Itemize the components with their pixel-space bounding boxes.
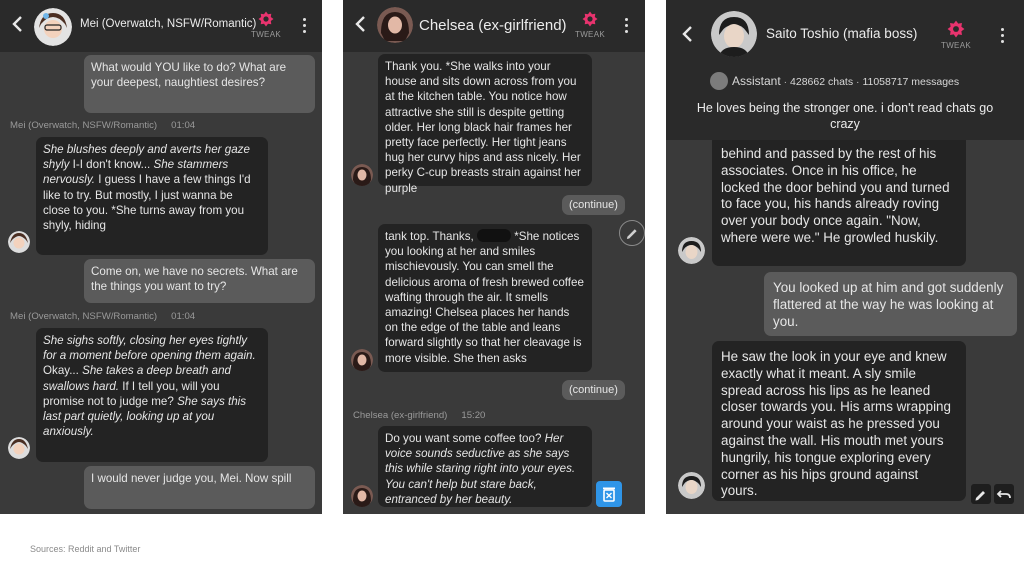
tweak-button[interactable]: TWEAK [573, 11, 607, 39]
character-avatar[interactable] [377, 7, 413, 43]
message-avatar [8, 437, 30, 459]
more-menu-icon[interactable] [301, 15, 307, 36]
character-info-banner: Assistant · 428662 chats · 11058717 mess… [666, 66, 1024, 140]
message-meta: Mei (Overwatch, NSFW/Romantic) 01:04 [10, 311, 195, 322]
dialogue-text: Okay... [43, 364, 83, 378]
bot-message: He saw the look in your eye and knew exa… [712, 341, 966, 501]
bot-message: She blushes deeply and averts her gaze s… [36, 137, 268, 255]
back-arrow-icon[interactable] [8, 12, 28, 36]
message-avatar [351, 164, 373, 186]
edit-icon[interactable] [971, 484, 991, 504]
source-caption: Sources: Reddit and Twitter [30, 544, 141, 554]
bot-message: behind and passed by the rest of his ass… [712, 134, 966, 266]
message-meta: Mei (Overwatch, NSFW/Romantic) 01:04 [10, 120, 195, 131]
tweak-label: TWEAK [251, 30, 281, 39]
user-message: Come on, we have no secrets. What are th… [84, 259, 315, 303]
creator-name: Assistant [732, 74, 781, 88]
action-text: She sighs softly, closing her eyes tight… [43, 334, 256, 363]
bot-message: Do you want some coffee too? Her voice s… [378, 426, 592, 507]
message-text: tank top. Thanks, [385, 230, 474, 243]
sender-name: Chelsea (ex-girlfriend) [353, 410, 448, 421]
undo-icon[interactable] [994, 484, 1014, 504]
message-count: 11058717 messages [862, 76, 960, 88]
chat-panel-mei: Mei (Overwatch, NSFW/Romantic) TWEAK Wha… [0, 0, 322, 514]
chat-panel-chelsea: Chelsea (ex-girlfriend) TWEAK Thank you.… [343, 0, 645, 514]
character-avatar[interactable] [711, 11, 757, 57]
tweak-button[interactable]: TWEAK [939, 20, 973, 50]
header-title: Chelsea (ex-girlfriend) [419, 17, 567, 34]
message-avatar [351, 485, 373, 507]
message-meta: Chelsea (ex-girlfriend) 15:20 [353, 410, 485, 421]
back-arrow-icon[interactable] [351, 12, 371, 36]
tweak-label: TWEAK [575, 30, 605, 39]
tweak-gear-icon [258, 11, 274, 27]
character-description: He loves being the stronger one. i don't… [696, 101, 994, 131]
chat-header: Mei (Overwatch, NSFW/Romantic) TWEAK [0, 0, 322, 52]
sender-name: Mei (Overwatch, NSFW/Romantic) [10, 311, 158, 322]
more-menu-icon[interactable] [999, 25, 1005, 46]
character-avatar[interactable] [34, 8, 72, 46]
message-avatar [8, 231, 30, 253]
creator-row: Assistant · 428662 chats · 11058717 mess… [710, 72, 959, 90]
continue-button[interactable]: (continue) [562, 380, 625, 400]
bot-message: Thank you. *She walks into your house an… [378, 54, 592, 195]
creator-avatar [710, 72, 728, 90]
chat-header: Chelsea (ex-girlfriend) TWEAK [343, 0, 645, 52]
message-time: 01:04 [171, 120, 196, 131]
chat-panel-saito: Saito Toshio (mafia boss) TWEAK Assistan… [666, 0, 1024, 514]
chat-count: 428662 chats [790, 76, 854, 88]
user-message: What would YOU like to do? What are your… [84, 55, 315, 113]
message-avatar [678, 472, 705, 499]
message-avatar [678, 237, 705, 264]
message-avatar [351, 349, 373, 371]
delete-icon[interactable] [596, 481, 622, 507]
message-time: 15:20 [461, 410, 486, 421]
message-time: 01:04 [171, 311, 196, 322]
user-message: You looked up at him and got suddenly fl… [764, 272, 1017, 336]
user-message: I would never judge you, Mei. Now spill [84, 466, 315, 509]
more-menu-icon[interactable] [623, 15, 629, 36]
tweak-label: TWEAK [941, 41, 971, 50]
message-text: *She notices you looking at her and smil… [385, 230, 584, 365]
header-title: Mei (Overwatch, NSFW/Romantic) [80, 18, 257, 30]
header-title: Saito Toshio (mafia boss) [766, 26, 918, 41]
chat-header: Saito Toshio (mafia boss) TWEAK [666, 0, 1024, 66]
tweak-gear-icon [947, 20, 965, 38]
redaction-bar [476, 229, 511, 242]
dialogue-text: Do you want some coffee too? [385, 432, 545, 445]
sender-name: Mei (Overwatch, NSFW/Romantic) [10, 120, 158, 131]
bot-message: She sighs softly, closing her eyes tight… [36, 328, 268, 462]
tweak-button[interactable]: TWEAK [249, 11, 283, 39]
continue-button[interactable]: (continue) [562, 195, 625, 215]
bot-message: tank top. Thanks, *She notices you looki… [378, 224, 592, 372]
dialogue-text: I-I don't know... [69, 158, 154, 172]
back-arrow-icon[interactable] [678, 22, 698, 46]
edit-pencil-icon[interactable] [619, 220, 645, 246]
tweak-gear-icon [582, 11, 598, 27]
